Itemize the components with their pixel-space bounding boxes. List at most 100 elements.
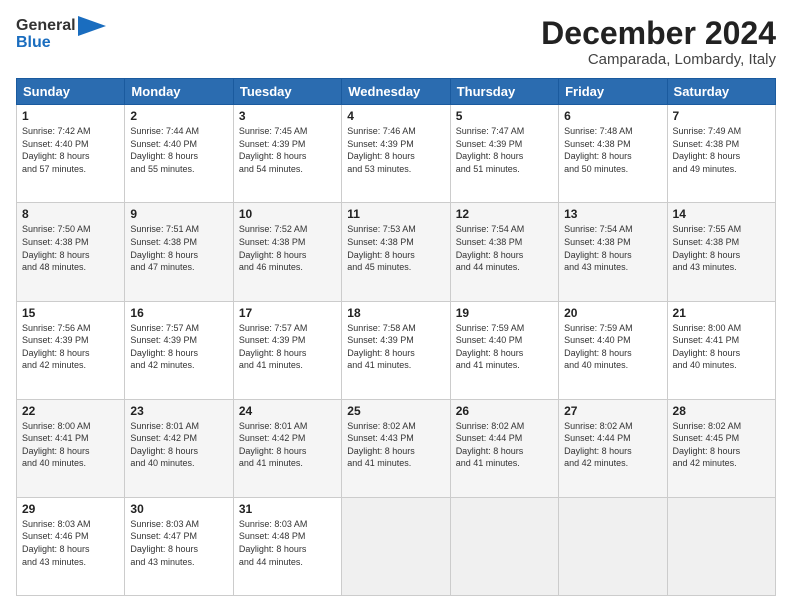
day-number: 1 (22, 109, 119, 123)
day-number: 17 (239, 306, 336, 320)
calendar-week-row: 15 Sunrise: 7:56 AMSunset: 4:39 PMDayligh… (17, 301, 776, 399)
day-number: 9 (130, 207, 227, 221)
table-row: 6 Sunrise: 7:48 AMSunset: 4:38 PMDaylight… (559, 105, 667, 203)
location-title: Camparada, Lombardy, Italy (541, 51, 776, 68)
day-info: Sunrise: 7:45 AMSunset: 4:39 PMDaylight:… (239, 125, 336, 175)
calendar-table: Sunday Monday Tuesday Wednesday Thursday… (16, 78, 776, 596)
calendar-week-row: 8Sunrise: 7:50 AMSunset: 4:38 PMDaylight… (17, 203, 776, 301)
day-info: Sunrise: 8:02 AMSunset: 4:44 PMDaylight:… (456, 420, 553, 470)
calendar-week-row: 22Sunrise: 8:00 AMSunset: 4:41 PMDayligh… (17, 399, 776, 497)
day-info: Sunrise: 7:47 AMSunset: 4:39 PMDaylight:… (456, 125, 553, 175)
table-row: 12 Sunrise: 7:54 AMSunset: 4:38 PMDayligh… (450, 203, 558, 301)
day-info: Sunrise: 7:53 AMSunset: 4:38 PMDaylight:… (347, 223, 444, 273)
table-row: 4 Sunrise: 7:46 AMSunset: 4:39 PMDaylight… (342, 105, 450, 203)
day-number: 2 (130, 109, 227, 123)
day-info: Sunrise: 8:03 AMSunset: 4:48 PMDaylight:… (239, 518, 336, 568)
table-row: 21 Sunrise: 8:00 AMSunset: 4:41 PMDayligh… (667, 301, 775, 399)
table-row: 19Sunrise: 7:59 AMSunset: 4:40 PMDayligh… (450, 301, 558, 399)
day-info: Sunrise: 7:49 AMSunset: 4:38 PMDaylight:… (673, 125, 770, 175)
day-info: Sunrise: 8:02 AMSunset: 4:45 PMDaylight:… (673, 420, 770, 470)
day-number: 15 (22, 306, 119, 320)
logo-flag-icon (78, 16, 106, 36)
table-row: 31Sunrise: 8:03 AMSunset: 4:48 PMDayligh… (233, 497, 341, 595)
day-info: Sunrise: 7:46 AMSunset: 4:39 PMDaylight:… (347, 125, 444, 175)
col-friday: Friday (559, 79, 667, 105)
table-row (450, 497, 558, 595)
month-title: December 2024 (541, 16, 776, 51)
table-row: 5Sunrise: 7:47 AMSunset: 4:39 PMDaylight… (450, 105, 558, 203)
day-number: 28 (673, 404, 770, 418)
table-row: 9Sunrise: 7:51 AMSunset: 4:38 PMDaylight… (125, 203, 233, 301)
day-info: Sunrise: 8:01 AMSunset: 4:42 PMDaylight:… (239, 420, 336, 470)
calendar-week-row: 29Sunrise: 8:03 AMSunset: 4:46 PMDayligh… (17, 497, 776, 595)
table-row: 22Sunrise: 8:00 AMSunset: 4:41 PMDayligh… (17, 399, 125, 497)
day-info: Sunrise: 8:01 AMSunset: 4:42 PMDaylight:… (130, 420, 227, 470)
day-info: Sunrise: 8:02 AMSunset: 4:44 PMDaylight:… (564, 420, 661, 470)
col-wednesday: Wednesday (342, 79, 450, 105)
col-sunday: Sunday (17, 79, 125, 105)
day-number: 12 (456, 207, 553, 221)
day-number: 7 (673, 109, 770, 123)
calendar-week-row: 1 Sunrise: 7:42 AMSunset: 4:40 PMDaylight… (17, 105, 776, 203)
col-monday: Monday (125, 79, 233, 105)
logo-blue: Blue (16, 34, 51, 52)
day-info: Sunrise: 7:42 AMSunset: 4:40 PMDaylight:… (22, 125, 119, 175)
day-info: Sunrise: 7:44 AMSunset: 4:40 PMDaylight:… (130, 125, 227, 175)
day-number: 13 (564, 207, 661, 221)
day-info: Sunrise: 8:02 AMSunset: 4:43 PMDaylight:… (347, 420, 444, 470)
page: General Blue December 2024 Camparada, Lo… (0, 0, 792, 612)
day-info: Sunrise: 8:00 AMSunset: 4:41 PMDaylight:… (673, 322, 770, 372)
day-number: 24 (239, 404, 336, 418)
table-row: 27Sunrise: 8:02 AMSunset: 4:44 PMDayligh… (559, 399, 667, 497)
day-info: Sunrise: 7:59 AMSunset: 4:40 PMDaylight:… (456, 322, 553, 372)
table-row: 24 Sunrise: 8:01 AMSunset: 4:42 PMDayligh… (233, 399, 341, 497)
table-row: 20 Sunrise: 7:59 AMSunset: 4:40 PMDayligh… (559, 301, 667, 399)
day-number: 20 (564, 306, 661, 320)
day-info: Sunrise: 7:54 AMSunset: 4:38 PMDaylight:… (456, 223, 553, 273)
day-info: Sunrise: 8:03 AMSunset: 4:46 PMDaylight:… (22, 518, 119, 568)
day-number: 30 (130, 502, 227, 516)
day-info: Sunrise: 8:00 AMSunset: 4:41 PMDaylight:… (22, 420, 119, 470)
table-row (559, 497, 667, 595)
title-block: December 2024 Camparada, Lombardy, Italy (541, 16, 776, 68)
day-info: Sunrise: 7:57 AMSunset: 4:39 PMDaylight:… (239, 322, 336, 372)
table-row: 10 Sunrise: 7:52 AMSunset: 4:38 PMDayligh… (233, 203, 341, 301)
table-row: 23 Sunrise: 8:01 AMSunset: 4:42 PMDayligh… (125, 399, 233, 497)
table-row: 11 Sunrise: 7:53 AMSunset: 4:38 PMDayligh… (342, 203, 450, 301)
table-row: 14 Sunrise: 7:55 AMSunset: 4:38 PMDayligh… (667, 203, 775, 301)
table-row: 13Sunrise: 7:54 AMSunset: 4:38 PMDayligh… (559, 203, 667, 301)
day-info: Sunrise: 7:50 AMSunset: 4:38 PMDaylight:… (22, 223, 119, 273)
day-number: 3 (239, 109, 336, 123)
table-row: 18 Sunrise: 7:58 AMSunset: 4:39 PMDayligh… (342, 301, 450, 399)
day-info: Sunrise: 7:48 AMSunset: 4:38 PMDaylight:… (564, 125, 661, 175)
day-info: Sunrise: 7:58 AMSunset: 4:39 PMDaylight:… (347, 322, 444, 372)
table-row: 17 Sunrise: 7:57 AMSunset: 4:39 PMDayligh… (233, 301, 341, 399)
table-row: 15 Sunrise: 7:56 AMSunset: 4:39 PMDayligh… (17, 301, 125, 399)
table-row (667, 497, 775, 595)
day-number: 11 (347, 207, 444, 221)
day-info: Sunrise: 7:59 AMSunset: 4:40 PMDaylight:… (564, 322, 661, 372)
day-number: 18 (347, 306, 444, 320)
logo: General Blue (16, 16, 106, 52)
day-number: 26 (456, 404, 553, 418)
day-number: 23 (130, 404, 227, 418)
table-row: 25Sunrise: 8:02 AMSunset: 4:43 PMDayligh… (342, 399, 450, 497)
day-number: 21 (673, 306, 770, 320)
day-info: Sunrise: 7:52 AMSunset: 4:38 PMDaylight:… (239, 223, 336, 273)
day-number: 16 (130, 306, 227, 320)
table-row: 28 Sunrise: 8:02 AMSunset: 4:45 PMDayligh… (667, 399, 775, 497)
day-number: 4 (347, 109, 444, 123)
day-info: Sunrise: 7:57 AMSunset: 4:39 PMDaylight:… (130, 322, 227, 372)
day-info: Sunrise: 7:56 AMSunset: 4:39 PMDaylight:… (22, 322, 119, 372)
day-number: 14 (673, 207, 770, 221)
logo-general: General (16, 17, 76, 35)
day-number: 6 (564, 109, 661, 123)
table-row: 16 Sunrise: 7:57 AMSunset: 4:39 PMDayligh… (125, 301, 233, 399)
table-row: 26 Sunrise: 8:02 AMSunset: 4:44 PMDayligh… (450, 399, 558, 497)
day-info: Sunrise: 7:55 AMSunset: 4:38 PMDaylight:… (673, 223, 770, 273)
table-row: 2 Sunrise: 7:44 AMSunset: 4:40 PMDaylight… (125, 105, 233, 203)
table-row: 7 Sunrise: 7:49 AMSunset: 4:38 PMDaylight… (667, 105, 775, 203)
calendar-header-row: Sunday Monday Tuesday Wednesday Thursday… (17, 79, 776, 105)
day-number: 10 (239, 207, 336, 221)
col-saturday: Saturday (667, 79, 775, 105)
